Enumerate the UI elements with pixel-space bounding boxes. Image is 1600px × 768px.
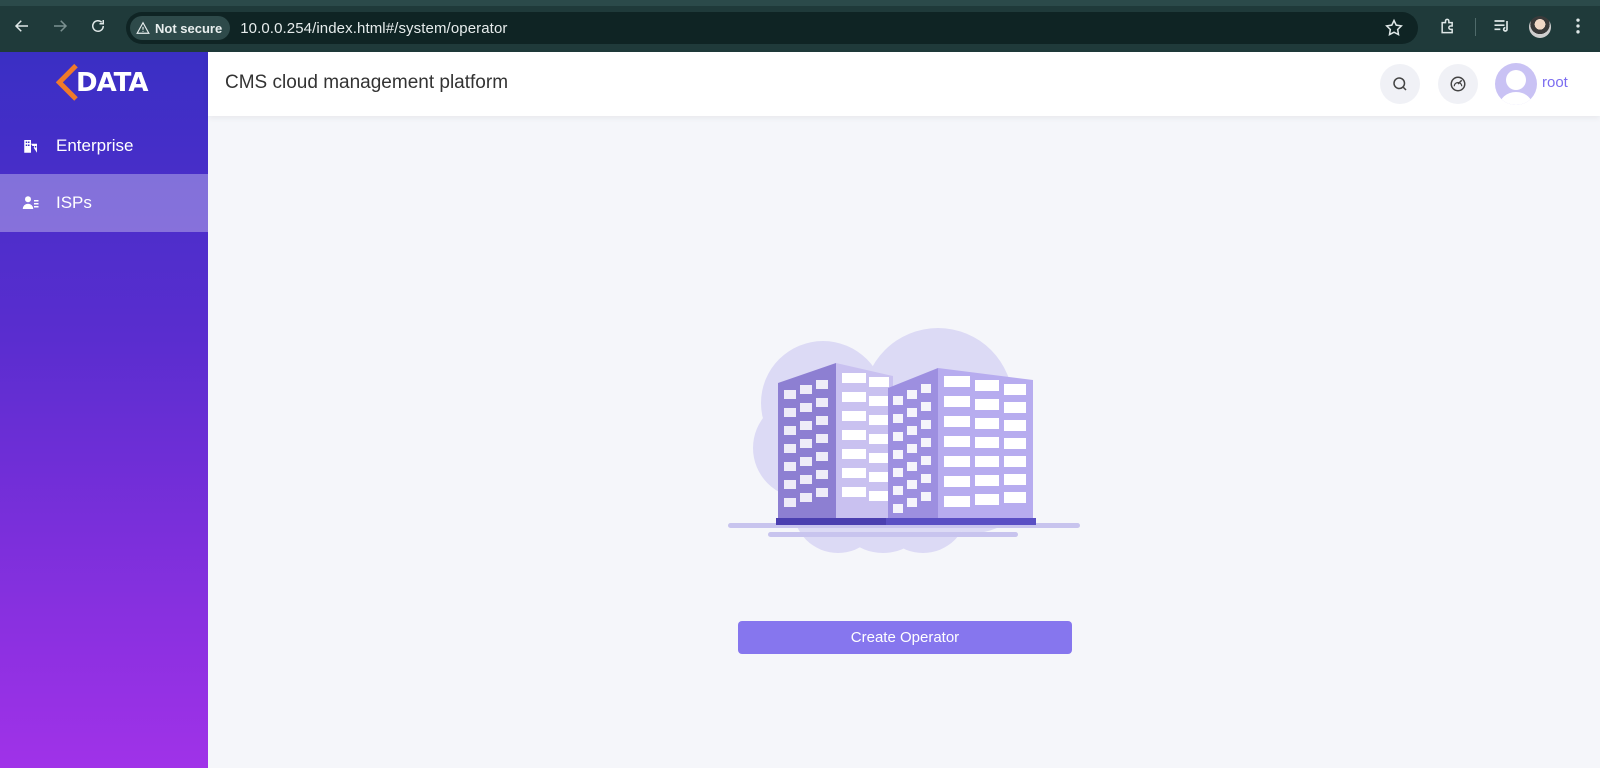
forward-button[interactable] bbox=[48, 14, 72, 38]
brand-logo[interactable]: DATA bbox=[56, 62, 152, 106]
browser-menu-button[interactable] bbox=[1566, 14, 1590, 38]
office-building-icon bbox=[728, 328, 1080, 553]
search-button[interactable] bbox=[1380, 64, 1420, 104]
profile-avatar[interactable] bbox=[1529, 16, 1551, 38]
speedometer-icon bbox=[1450, 76, 1466, 92]
user-name[interactable]: root bbox=[1542, 74, 1568, 91]
browser-toolbar: Not secure 10.0.0.254/index.html#/system… bbox=[0, 0, 1600, 52]
arrow-left-icon bbox=[14, 20, 28, 32]
empty-state-illustration bbox=[728, 318, 1080, 568]
address-bar[interactable]: Not secure 10.0.0.254/index.html#/system… bbox=[126, 12, 1418, 44]
dashboard-button[interactable] bbox=[1438, 64, 1478, 104]
security-label: Not secure bbox=[155, 20, 223, 36]
arrow-right-icon bbox=[54, 20, 68, 32]
playlist-icon bbox=[1494, 20, 1508, 32]
back-button[interactable] bbox=[10, 14, 34, 38]
toolbar-divider bbox=[1475, 18, 1476, 36]
security-indicator[interactable]: Not secure bbox=[130, 16, 231, 40]
user-avatar[interactable] bbox=[1495, 63, 1537, 105]
media-controls-button[interactable] bbox=[1490, 14, 1514, 38]
logo-text: DATA bbox=[76, 68, 149, 98]
kebab-menu-icon bbox=[1576, 18, 1580, 34]
url-text[interactable]: 10.0.0.254/index.html#/system/operator bbox=[240, 20, 507, 37]
page-title: CMS cloud management platform bbox=[225, 72, 509, 93]
reload-icon bbox=[92, 20, 104, 32]
reload-button[interactable] bbox=[86, 14, 110, 38]
sidebar-item-isps[interactable]: ISPs bbox=[0, 174, 208, 232]
sidebar-item-enterprise[interactable]: Enterprise bbox=[0, 117, 208, 175]
sidebar-item-label: ISPs bbox=[56, 193, 92, 212]
create-operator-button[interactable]: Create Operator bbox=[738, 621, 1072, 654]
sidebar-item-label: Enterprise bbox=[56, 136, 134, 155]
app-header: CMS cloud management platform root bbox=[208, 52, 1600, 116]
extensions-button[interactable] bbox=[1436, 14, 1460, 38]
puzzle-icon bbox=[1441, 18, 1453, 34]
bookmark-star-icon[interactable] bbox=[1384, 18, 1404, 38]
user-list-icon bbox=[22, 194, 40, 212]
user-silhouette-icon bbox=[1499, 70, 1533, 105]
warning-triangle-icon bbox=[136, 21, 150, 34]
search-icon bbox=[1393, 77, 1407, 91]
tab-strip bbox=[0, 0, 1600, 6]
building-icon bbox=[22, 137, 40, 155]
sidebar: DATA Enterprise ISPs bbox=[0, 52, 208, 768]
